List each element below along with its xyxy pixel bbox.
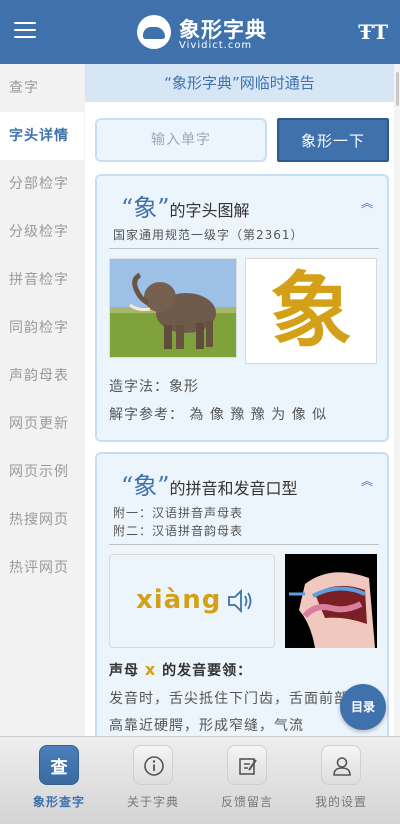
speaker-icon[interactable] xyxy=(226,587,254,615)
tip-letter: x xyxy=(144,660,157,679)
tab-bar: 查 象形查字 关于字典 反馈留言 我的设置 xyxy=(0,736,400,824)
elephant-logo-icon xyxy=(137,15,171,49)
search-button[interactable]: 象形一下 xyxy=(277,118,389,162)
title-text: 的字头图解 xyxy=(169,201,250,220)
collapse-icon[interactable]: ︽ xyxy=(361,194,373,211)
sidebar-item-level[interactable]: 分级检字 xyxy=(0,208,84,256)
standard-level: 国家通用规范一级字（第2361） xyxy=(113,228,304,242)
info-icon xyxy=(133,745,173,785)
card-title: “象”的字头图解 xyxy=(121,188,250,223)
elephant-photo[interactable] xyxy=(109,258,237,358)
toc-button[interactable]: 目录 xyxy=(340,684,386,730)
appendix-initials-link[interactable]: 附一：汉语拼音声母表 xyxy=(113,504,243,521)
edit-icon xyxy=(227,745,267,785)
pinyin-text: xiàng xyxy=(136,585,222,615)
tab-about[interactable]: 关于字典 xyxy=(109,745,197,821)
tip-suffix: 的发音要领： xyxy=(162,663,253,679)
divider xyxy=(109,248,379,249)
collapse-icon[interactable]: ︽ xyxy=(361,472,373,489)
sidebar-item-updates[interactable]: 网页更新 xyxy=(0,400,84,448)
divider xyxy=(109,544,379,545)
user-icon xyxy=(321,745,361,785)
sidebar-item-radical[interactable]: 分部检字 xyxy=(0,160,84,208)
tab-label: 我的设置 xyxy=(314,795,367,809)
glyph-char: 象 xyxy=(269,263,352,359)
hamburger-icon[interactable] xyxy=(14,22,36,40)
card-title: “象”的拼音和发音口型 xyxy=(121,466,298,501)
creation-method: 造字法：象形 xyxy=(109,379,199,395)
sidebar-item-pinyin[interactable]: 拼音检字 xyxy=(0,256,84,304)
sidebar-item-rhyme[interactable]: 同韵检字 xyxy=(0,304,84,352)
scrollbar-thumb[interactable] xyxy=(396,72,399,106)
logo-subtitle: Vividict.com xyxy=(179,40,253,51)
search-char-icon: 查 xyxy=(39,745,79,785)
tab-settings[interactable]: 我的设置 xyxy=(297,745,385,821)
title-char: “象” xyxy=(121,194,170,222)
tab-label: 反馈留言 xyxy=(220,795,273,809)
pronunciation-tip-title: 声母 x 的发音要领： xyxy=(109,660,252,680)
mouth-shape-image[interactable] xyxy=(285,554,377,648)
sidebar: 查字 字头详情 分部检字 分级检字 拼音检字 同韵检字 声韵母表 网页更新 网页… xyxy=(0,64,84,736)
search-input[interactable] xyxy=(95,118,267,162)
search-row: 象形一下 xyxy=(95,118,389,162)
scrollbar-track[interactable] xyxy=(395,64,400,736)
app-header: 象形字典 Vividict.com ŦT xyxy=(0,0,400,64)
notice-banner[interactable]: “象形字典”网临时通告 xyxy=(85,64,394,102)
title-char: “象” xyxy=(121,472,170,500)
tab-lookup[interactable]: 查 象形查字 xyxy=(15,745,103,821)
tab-feedback[interactable]: 反馈留言 xyxy=(203,745,291,821)
reference-chars[interactable]: 解字参考： 為 像 豫 豫 为 像 似 xyxy=(109,404,327,424)
title-text: 的拼音和发音口型 xyxy=(169,479,298,498)
pinyin-box[interactable]: xiàng xyxy=(109,554,275,648)
tab-char: 查 xyxy=(50,758,68,778)
main-content: “象形字典”网临时通告 象形一下 “象”的字头图解 ︽ 国家通用规范一级字（第2… xyxy=(85,64,394,736)
pronunciation-tip-text: 发音时，舌尖抵住下门齿，舌面前部抬高靠近硬腭，形成窄缝，气流 xyxy=(109,691,364,734)
sidebar-item-hot-search[interactable]: 热搜网页 xyxy=(0,496,84,544)
sidebar-item-table[interactable]: 声韵母表 xyxy=(0,352,84,400)
sidebar-item-detail[interactable]: 字头详情 xyxy=(0,112,84,160)
sidebar-item-hot-comments[interactable]: 热评网页 xyxy=(0,544,84,592)
tab-label: 象形查字 xyxy=(32,795,85,809)
glyph-image[interactable]: 象 xyxy=(245,258,377,364)
font-size-icon[interactable]: ŦT xyxy=(358,20,388,44)
tip-prefix: 声母 xyxy=(109,663,139,679)
sidebar-item-examples[interactable]: 网页示例 xyxy=(0,448,84,496)
app-logo[interactable]: 象形字典 Vividict.com xyxy=(137,15,277,51)
sidebar-item-lookup[interactable]: 查字 xyxy=(0,64,84,112)
tab-label: 关于字典 xyxy=(126,795,179,809)
glyph-card: “象”的字头图解 ︽ 国家通用规范一级字（第2361） 象 造字法：象形 解字参… xyxy=(95,174,389,442)
appendix-finals-link[interactable]: 附二：汉语拼音韵母表 xyxy=(113,522,243,539)
